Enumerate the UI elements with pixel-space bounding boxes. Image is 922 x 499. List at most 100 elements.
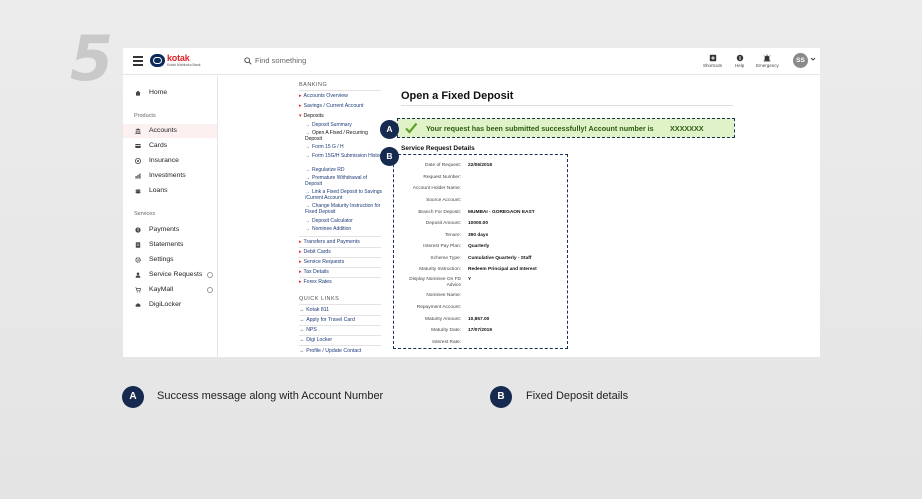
divider [299,247,381,248]
divider [299,304,381,305]
shortcuts-label: Shortcuts [703,63,723,68]
sidebar-item-label: DigiLocker [149,301,182,308]
shortcuts-button[interactable]: Shortcuts [703,54,722,68]
sidebar-item-kaymall[interactable]: KayMall [123,283,217,297]
divider [299,236,381,237]
logo-subtitle: Kotak Mahindra Bank [167,63,201,67]
search-input[interactable]: Find something [255,56,306,65]
help-button[interactable]: i Help [735,54,744,68]
detail-value: Quarterly [468,244,490,249]
link-savings-current[interactable]: Savings / Current Account [299,103,364,109]
info-icon [207,287,213,293]
sidebar-item-statements[interactable]: Statements [123,238,217,252]
link-forex-rates[interactable]: Forex Rates [299,279,332,285]
kotak-logo[interactable]: kotak Kotak Mahindra Bank [150,53,210,69]
main-content: Open a Fixed Deposit Your request has be… [393,76,820,357]
sidebar-item-label: Settings [149,256,174,263]
deposit-sub-link[interactable]: Change Maturity Instruction for Fixed De… [305,203,385,215]
divider [299,90,381,91]
success-message: Your request has been submitted successf… [426,124,654,133]
banking-heading: BANKING [299,82,328,88]
chart-bars-icon [135,173,141,179]
top-bar: kotak Kotak Mahindra Bank Find something… [123,48,820,75]
legend-b-badge: B [490,386,512,408]
card-icon [135,144,141,148]
sidebar-item-label: Accounts [149,127,177,134]
quick-link[interactable]: Digi Locker [299,337,332,343]
sidebar-item-label: KayMall [149,286,174,293]
callout-b-badge: B [380,147,399,166]
detail-value: 390 days [468,233,489,238]
detail-label: Maturity Instruction: [419,267,461,272]
deposit-sub-link[interactable]: Deposit Calculator [305,218,385,224]
sidebar-item-label: Payments [149,226,180,233]
shortcuts-icon [709,54,716,62]
sidebar-item-label: Home [149,89,168,96]
sidebar-item-insurance[interactable]: Insurance [123,154,217,168]
sidebar-item-label: Statements [149,241,184,248]
emergency-button[interactable]: Emergency [756,54,779,68]
quick-link[interactable]: NPS [299,327,317,333]
divider [299,315,381,316]
cloud-icon [135,303,141,307]
sidebar-item-settings[interactable]: Settings [123,253,217,267]
sidebar-item-label: Insurance [149,157,179,164]
sidebar-item-label: Cards [149,142,168,149]
link-accounts-overview[interactable]: Accounts Overview [299,93,348,99]
detail-label: Display Nominee On FD Advice [409,277,461,288]
detail-value: 10,867.00 [468,317,490,322]
sidebar-item-label: Service Requests [149,271,203,278]
banking-menu: BANKING Accounts Overview Savings / Curr… [293,76,385,357]
detail-label: Scheme Type: [430,256,461,261]
detail-label: Deposit Amount: [425,221,461,226]
chevron-down-icon[interactable] [810,56,816,62]
detail-label: Interest Pay Plan: [423,244,461,249]
deposit-sub-link[interactable]: Form 15 G / H [305,144,385,150]
emergency-label: Emergency [756,63,779,68]
sidebar-item-service-requests[interactable]: Service Requests [123,268,217,282]
sidebar-item-loans[interactable]: Loans [123,184,217,198]
deposit-sub-link[interactable]: Deposit Summary [305,122,385,128]
menu-icon[interactable] [133,56,143,66]
sidebar-item-payments[interactable]: ₹ Payments [123,223,217,237]
deposit-sub-link[interactable]: Link a Fixed Deposit to Savings /Current… [305,189,385,201]
sidebar-item-accounts[interactable]: Accounts [123,124,217,138]
deposit-sub-link[interactable]: Nominee Addition [305,226,385,232]
svg-text:i: i [739,56,741,62]
legend-a-text: Success message along with Account Numbe… [157,390,384,402]
link-tax-details[interactable]: Tax Details [299,269,329,275]
divider [299,325,381,326]
detail-value: Y [468,277,472,282]
services-heading: Services [134,211,156,217]
sidebar-item-label: Loans [149,187,168,194]
detail-label: Nominee Name: [426,293,461,298]
shield-icon [135,158,141,164]
divider [299,345,381,346]
deposit-sub-link[interactable]: Regularize RD [305,167,385,173]
sidebar-item-digilocker[interactable]: DigiLocker [123,298,217,312]
deposit-sub-link[interactable]: Premature Withdrawal of Deposit [305,175,385,187]
quick-link[interactable]: Kotak 811 [299,307,329,313]
link-deposits[interactable]: Deposits [299,113,324,119]
sidebar: Home Products Accounts Cards Insurance I… [123,76,218,357]
detail-value: MUMBAI - GOREGAON EAST [468,210,535,215]
search-icon[interactable] [244,57,252,65]
link-debit-cards[interactable]: Debit Cards [299,249,331,255]
sidebar-item-cards[interactable]: Cards [123,139,217,153]
sidebar-item-investments[interactable]: Investments [123,169,217,183]
account-number: XXXXXXX [670,124,704,133]
detail-value: 17/07/2019 [468,328,493,333]
legend-a-badge: A [122,386,144,408]
cart-icon [135,287,141,293]
detail-label: Source Account: [426,198,461,203]
quick-link[interactable]: Apply for Travel Card [299,317,355,323]
divider [299,277,381,278]
svg-text:₹: ₹ [137,228,140,233]
quick-link[interactable]: Profile / Update Contact [299,348,361,354]
deposit-sub-link[interactable]: Form 15G/H Submission History [305,153,385,159]
deposit-sub-link-active[interactable]: Open A Fixed / Recurring Deposit [305,130,385,142]
user-avatar[interactable]: SS [793,53,808,68]
link-transfers[interactable]: Transfers and Payments [299,239,360,245]
sidebar-item-home[interactable]: Home [123,86,217,100]
link-service-requests[interactable]: Service Requests [299,259,345,265]
